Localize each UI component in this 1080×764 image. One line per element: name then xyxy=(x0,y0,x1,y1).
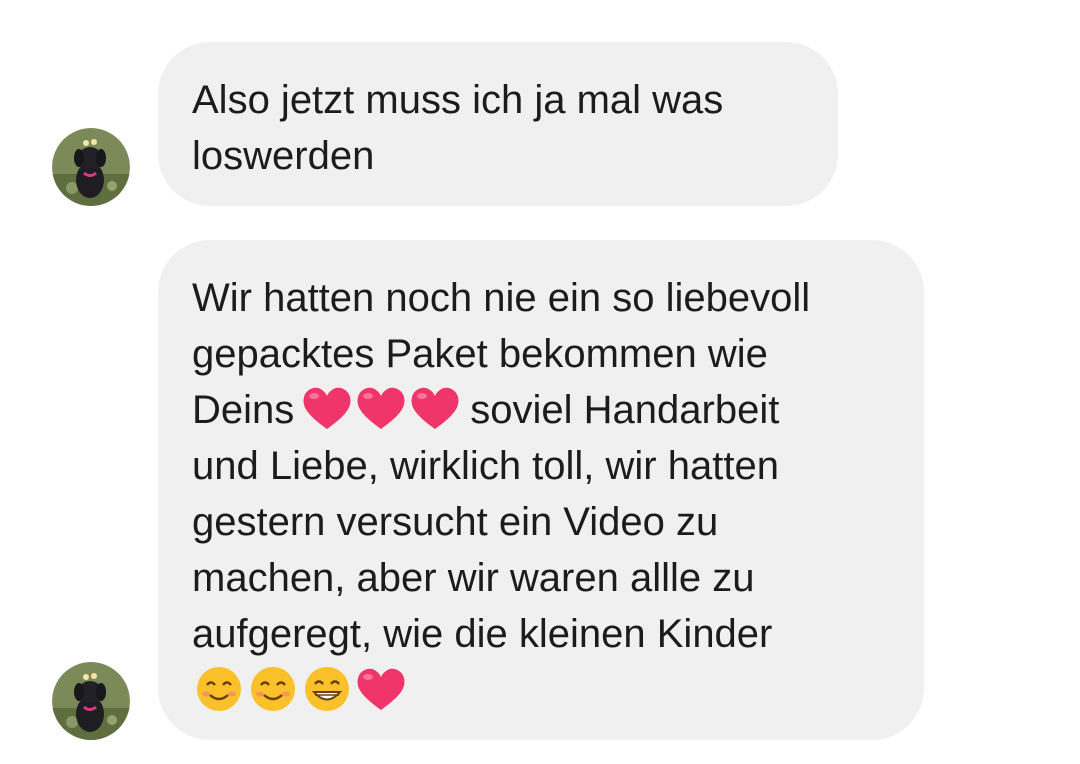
grinning-face-icon xyxy=(300,665,354,713)
smiling-face-icon xyxy=(192,665,246,713)
message-text: aufgeregt, wie die kleinen Kinder xyxy=(192,612,773,656)
avatar[interactable] xyxy=(52,662,130,740)
emoji-group xyxy=(300,384,462,432)
message-text: machen, aber wir waren allle zu xyxy=(192,556,755,600)
heart-icon xyxy=(354,665,408,713)
avatar[interactable] xyxy=(52,128,130,206)
heart-icon xyxy=(354,384,408,432)
message-bubble[interactable]: Wir hatten noch nie ein so liebevoll gep… xyxy=(158,240,924,740)
message-emoji-line xyxy=(192,662,890,718)
message-text: loswerden xyxy=(192,134,375,178)
smiling-face-icon xyxy=(246,665,300,713)
message-text: Wir hatten noch nie ein so liebevoll xyxy=(192,276,811,320)
dog-avatar-icon xyxy=(52,128,130,206)
message-text: Also jetzt muss ich ja mal was xyxy=(192,78,724,122)
message-text-line: Deins soviel Handarbeit xyxy=(192,382,890,438)
heart-icon xyxy=(408,384,462,432)
message-text: gepacktes Paket bekommen wie xyxy=(192,332,768,376)
chat-thread: Also jetzt muss ich ja mal was loswerden… xyxy=(0,0,1080,764)
message-text: und Liebe, wirklich toll, wir hatten xyxy=(192,444,779,488)
heart-icon xyxy=(300,384,354,432)
emoji-group xyxy=(192,665,408,713)
message-text: gestern versucht ein Video zu xyxy=(192,500,719,544)
dog-avatar-icon xyxy=(52,662,130,740)
message-bubble[interactable]: Also jetzt muss ich ja mal was loswerden xyxy=(158,42,838,206)
